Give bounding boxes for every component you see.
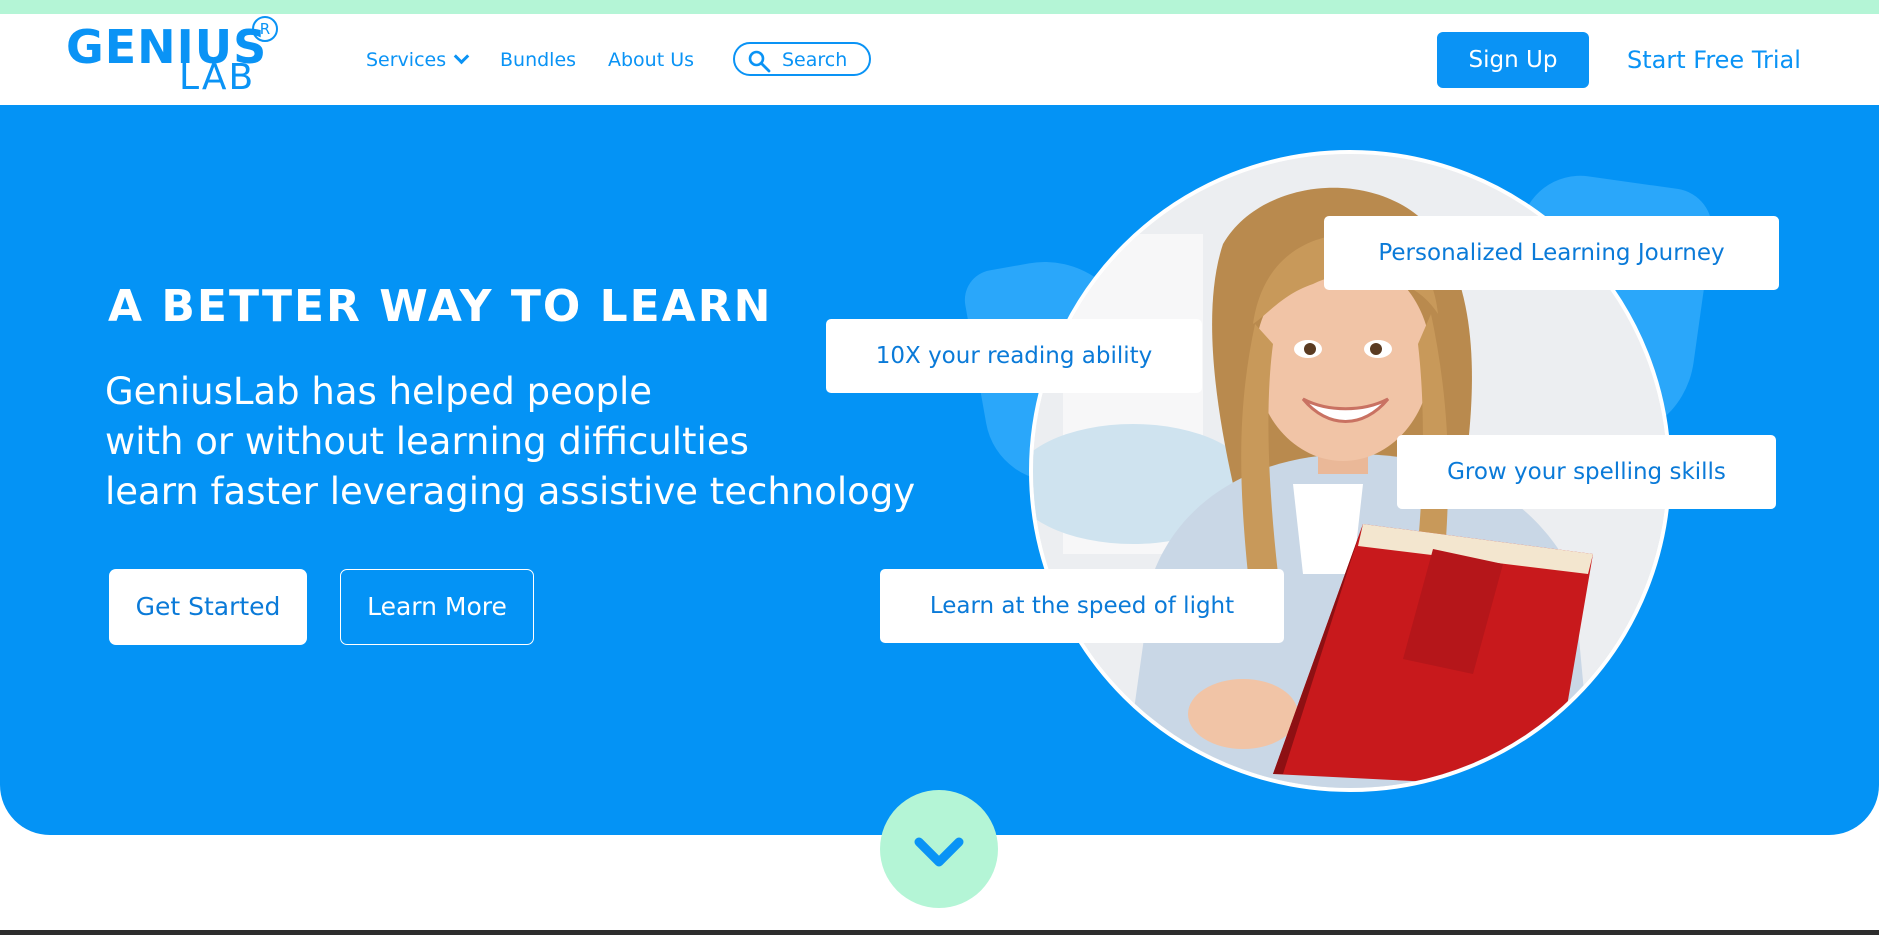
feature-card: 10X your reading ability [826,319,1202,393]
logo[interactable]: GENIUS R LAB [66,14,286,98]
nav-bundles[interactable]: Bundles [500,48,576,72]
get-started-button[interactable]: Get Started [109,569,307,645]
learn-more-button[interactable]: Learn More [340,569,534,645]
hero-description-line: with or without learning difficulties [105,420,749,463]
hero-title: A BETTER WAY TO LEARN [108,281,773,332]
sign-up-button[interactable]: Sign Up [1437,32,1589,88]
feature-card: Personalized Learning Journey [1324,216,1779,290]
search-icon [748,50,771,73]
start-free-trial-link[interactable]: Start Free Trial [1627,46,1801,74]
hero-description-line: GeniusLab has helped people [105,370,652,413]
hero-section: A BETTER WAY TO LEARN GeniusLab has help… [0,105,1879,835]
scroll-down-button[interactable] [880,790,998,908]
top-accent-strip [0,0,1879,14]
chevron-down-icon [453,48,470,65]
feature-card: Grow your spelling skills [1397,435,1776,509]
search-input[interactable]: Search [733,42,871,76]
logo-wordmark-bottom: LAB [179,57,256,98]
nav-services[interactable]: Services [366,48,470,72]
search-placeholder: Search [782,49,848,71]
hero-description: GeniusLab has helped people with or with… [105,367,915,517]
feature-card: Learn at the speed of light [880,569,1284,643]
registered-mark: R [252,16,278,42]
nav-about-us[interactable]: About Us [608,48,694,72]
hero-description-line: learn faster leveraging assistive techno… [105,470,916,513]
page: GENIUS R LAB Services Bundles About Us S… [0,0,1879,930]
nav-services-label: Services [366,49,447,71]
chevron-down-icon [914,837,964,867]
